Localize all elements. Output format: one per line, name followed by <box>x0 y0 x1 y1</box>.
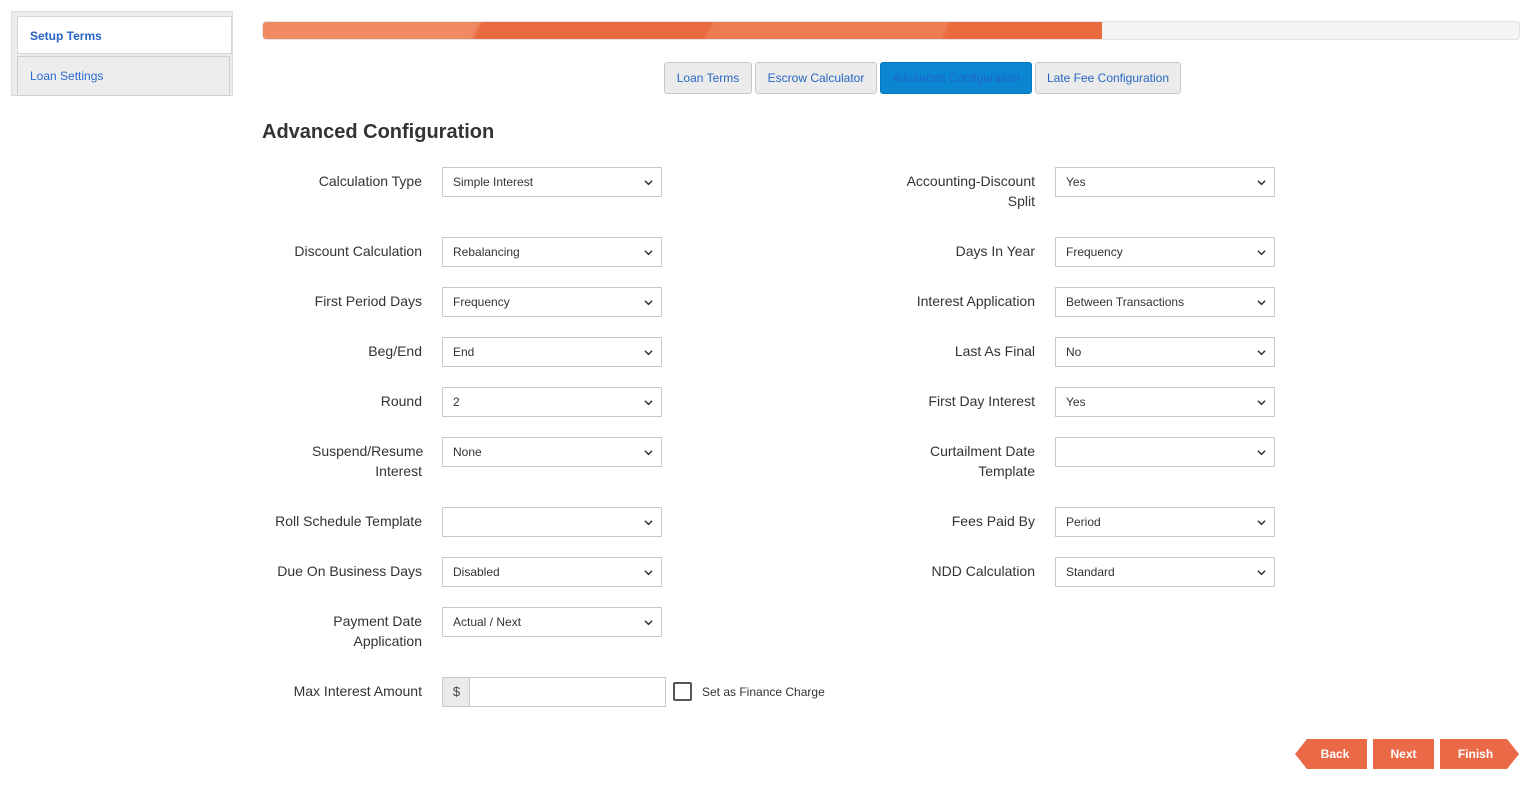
suspend-resume-interest-value: None <box>453 445 482 459</box>
curtailment-date-template-select[interactable] <box>1055 437 1275 467</box>
max-interest-amount-label: Max Interest Amount <box>293 683 422 699</box>
chevron-down-icon <box>1257 570 1266 576</box>
chevron-down-icon <box>644 180 653 186</box>
interest-application-value: Between Transactions <box>1066 295 1185 309</box>
first-period-days-value: Frequency <box>453 295 510 309</box>
due-on-business-days-value: Disabled <box>453 565 500 579</box>
interest-application-label: Interest Application <box>916 293 1035 309</box>
fees-paid-by-select[interactable]: Period <box>1055 507 1275 537</box>
finish-button[interactable]: Finish <box>1440 739 1519 769</box>
first-day-interest-label: First Day Interest <box>928 393 1035 409</box>
finance-charge-checkbox[interactable] <box>673 682 692 701</box>
last-as-final-label: Last As Final <box>954 343 1035 359</box>
chevron-down-icon <box>644 250 653 256</box>
round-value: 2 <box>453 395 460 409</box>
chevron-down-icon <box>644 570 653 576</box>
calculation-type-label: Calculation Type <box>318 173 422 189</box>
finance-charge-label: Set as Finance Charge <box>702 685 825 699</box>
sidebar: Setup Terms Loan Settings <box>11 11 233 96</box>
first-period-days-label: First Period Days <box>314 293 422 309</box>
suspend-resume-interest-select[interactable]: None <box>442 437 662 467</box>
sidebar-item-loan-settings[interactable]: Loan Settings <box>17 56 230 96</box>
back-button[interactable]: Back <box>1295 739 1367 769</box>
payment-date-application-select[interactable]: Actual / Next <box>442 607 662 637</box>
chevron-down-icon <box>1257 400 1266 406</box>
last-as-final-select[interactable]: No <box>1055 337 1275 367</box>
first-day-interest-value: Yes <box>1066 395 1086 409</box>
beg-end-value: End <box>453 345 475 359</box>
chevron-down-icon <box>644 620 653 626</box>
chevron-down-icon <box>644 400 653 406</box>
max-interest-amount-input[interactable] <box>469 677 666 707</box>
round-select[interactable]: 2 <box>442 387 662 417</box>
tab-escrow-calculator[interactable]: Escrow Calculator <box>755 62 877 94</box>
days-in-year-select[interactable]: Frequency <box>1055 237 1275 267</box>
accounting-discount-split-select[interactable]: Yes <box>1055 167 1275 197</box>
due-on-business-days-select[interactable]: Disabled <box>442 557 662 587</box>
discount-calculation-value: Rebalancing <box>453 245 520 259</box>
accounting-discount-split-value: Yes <box>1066 175 1086 189</box>
chevron-down-icon <box>1257 520 1266 526</box>
payment-date-application-value: Actual / Next <box>453 615 522 629</box>
fees-paid-by-value: Period <box>1066 515 1101 529</box>
payment-date-application-label: Payment Date Application <box>333 613 422 649</box>
progress-bar <box>262 21 1520 40</box>
ndd-calculation-value: Standard <box>1066 565 1115 579</box>
chevron-down-icon <box>644 450 653 456</box>
first-day-interest-select[interactable]: Yes <box>1055 387 1275 417</box>
chevron-down-icon <box>1257 350 1266 356</box>
fees-paid-by-label: Fees Paid By <box>951 513 1035 529</box>
sidebar-item-setup-terms[interactable]: Setup Terms <box>17 16 232 54</box>
curtailment-date-template-label: Curtailment Date Template <box>929 443 1035 479</box>
discount-calculation-label: Discount Calculation <box>294 243 422 259</box>
chevron-down-icon <box>644 300 653 306</box>
chevron-down-icon <box>1257 300 1266 306</box>
discount-calculation-select[interactable]: Rebalancing <box>442 237 662 267</box>
ndd-calculation-label: NDD Calculation <box>931 563 1035 579</box>
tab-loan-terms[interactable]: Loan Terms <box>664 62 752 94</box>
next-button[interactable]: Next <box>1373 739 1434 769</box>
progress-bar-fill <box>263 22 1102 39</box>
page-title: Advanced Configuration <box>262 121 495 143</box>
chevron-down-icon <box>644 520 653 526</box>
chevron-down-icon <box>1257 450 1266 456</box>
last-as-final-value: No <box>1066 345 1082 359</box>
suspend-resume-interest-label: Suspend/Resume Interest <box>312 443 424 479</box>
chevron-down-icon <box>1257 180 1266 186</box>
interest-application-select[interactable]: Between Transactions <box>1055 287 1275 317</box>
days-in-year-label: Days In Year <box>955 243 1035 259</box>
ndd-calculation-select[interactable]: Standard <box>1055 557 1275 587</box>
currency-addon: $ <box>442 677 470 707</box>
beg-end-select[interactable]: End <box>442 337 662 367</box>
first-period-days-select[interactable]: Frequency <box>442 287 662 317</box>
beg-end-label: Beg/End <box>368 343 422 359</box>
round-label: Round <box>380 393 422 409</box>
chevron-down-icon <box>644 350 653 356</box>
tab-late-fee-configuration[interactable]: Late Fee Configuration <box>1035 62 1181 94</box>
due-on-business-days-label: Due On Business Days <box>277 563 422 579</box>
days-in-year-value: Frequency <box>1066 245 1123 259</box>
roll-schedule-template-select[interactable] <box>442 507 662 537</box>
accounting-discount-split-label: Accounting-Discount Split <box>906 173 1035 209</box>
roll-schedule-template-label: Roll Schedule Template <box>275 513 422 529</box>
calculation-type-value: Simple Interest <box>453 175 534 189</box>
tab-advanced-configuration[interactable]: Advanced Configuration <box>880 62 1032 94</box>
calculation-type-select[interactable]: Simple Interest <box>442 167 662 197</box>
chevron-down-icon <box>1257 250 1266 256</box>
